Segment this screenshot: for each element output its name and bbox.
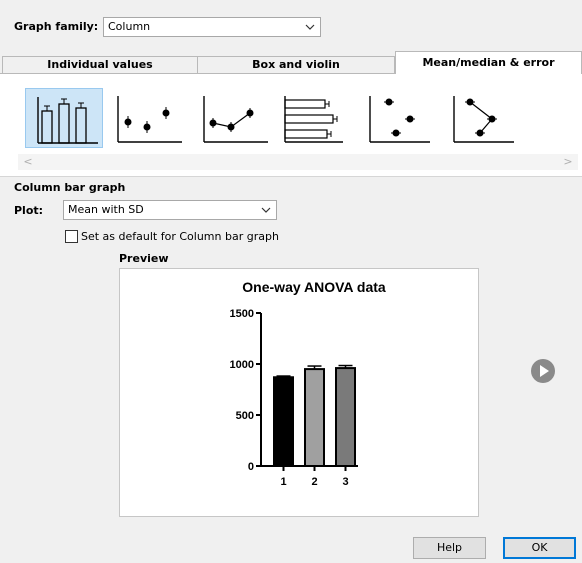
tab-label: Box and violin (252, 58, 340, 71)
tab-individual-values[interactable]: Individual values (2, 56, 198, 73)
preview-panel: One-way ANOVA data 0 500 1000 1500 1 2 3 (119, 268, 479, 517)
play-preview-button[interactable] (531, 359, 555, 383)
default-checkbox-label: Set as default for Column bar graph (81, 230, 279, 243)
thumbnail-column-bar[interactable] (25, 88, 103, 148)
preview-chart: One-way ANOVA data 0 500 1000 1500 1 2 3 (230, 279, 386, 488)
x-tick-label: 3 (342, 476, 348, 488)
plot-select[interactable]: Mean with SD (63, 200, 277, 220)
y-axis: 0 500 1000 1500 (230, 308, 262, 473)
y-tick-label: 1000 (230, 359, 254, 371)
x-tick-label: 1 (280, 476, 286, 488)
tab-mean-median-error[interactable]: Mean/median & error (395, 51, 582, 74)
y-tick-label: 1500 (230, 308, 254, 320)
column-bar-icon (37, 97, 98, 144)
play-icon (540, 365, 549, 377)
thumbnail-staggered-points[interactable] (364, 88, 442, 148)
chart-title: One-way ANOVA data (242, 279, 386, 295)
mean-points-icon (117, 96, 182, 143)
help-button[interactable]: Help (413, 537, 486, 559)
y-tick-label: 0 (248, 461, 254, 473)
graph-type-dialog: { "graph_family": { "label": "Graph fami… (0, 0, 582, 563)
staggered-connected-icon (453, 96, 514, 143)
bars (273, 364, 356, 467)
thumbnail-mean-points[interactable] (110, 88, 188, 148)
scroll-left-icon[interactable]: < (20, 154, 36, 170)
x-tick-label: 2 (311, 476, 317, 488)
y-tick-label: 500 (236, 410, 254, 422)
bar (335, 367, 356, 467)
chevron-down-icon (261, 207, 271, 213)
thumbnail-horizontal-bar[interactable] (281, 88, 359, 148)
plot-label: Plot: (14, 204, 44, 217)
thumbnail-mean-connected[interactable] (196, 88, 274, 148)
thumbnail-scrollbar[interactable]: < > (18, 154, 578, 170)
tab-label: Individual values (47, 58, 153, 71)
plot-value: Mean with SD (68, 203, 144, 216)
tab-box-and-violin[interactable]: Box and violin (197, 56, 395, 73)
mean-connected-icon (203, 96, 268, 143)
thumbnail-staggered-connected[interactable] (448, 88, 526, 148)
default-checkbox[interactable] (65, 230, 78, 243)
graph-family-value: Column (108, 20, 151, 33)
chevron-down-icon (305, 24, 315, 30)
preview-label: Preview (119, 252, 169, 265)
graph-family-select[interactable]: Column (103, 17, 321, 37)
scroll-right-icon[interactable]: > (560, 154, 576, 170)
x-axis: 1 2 3 (261, 465, 358, 488)
horizontal-bar-icon (284, 96, 343, 143)
ok-button[interactable]: OK (503, 537, 576, 559)
bar (273, 376, 294, 467)
tab-label: Mean/median & error (422, 56, 555, 69)
bar (304, 368, 325, 467)
graph-family-label: Graph family: (14, 20, 99, 33)
staggered-points-icon (369, 96, 430, 143)
section-title: Column bar graph (14, 181, 126, 194)
